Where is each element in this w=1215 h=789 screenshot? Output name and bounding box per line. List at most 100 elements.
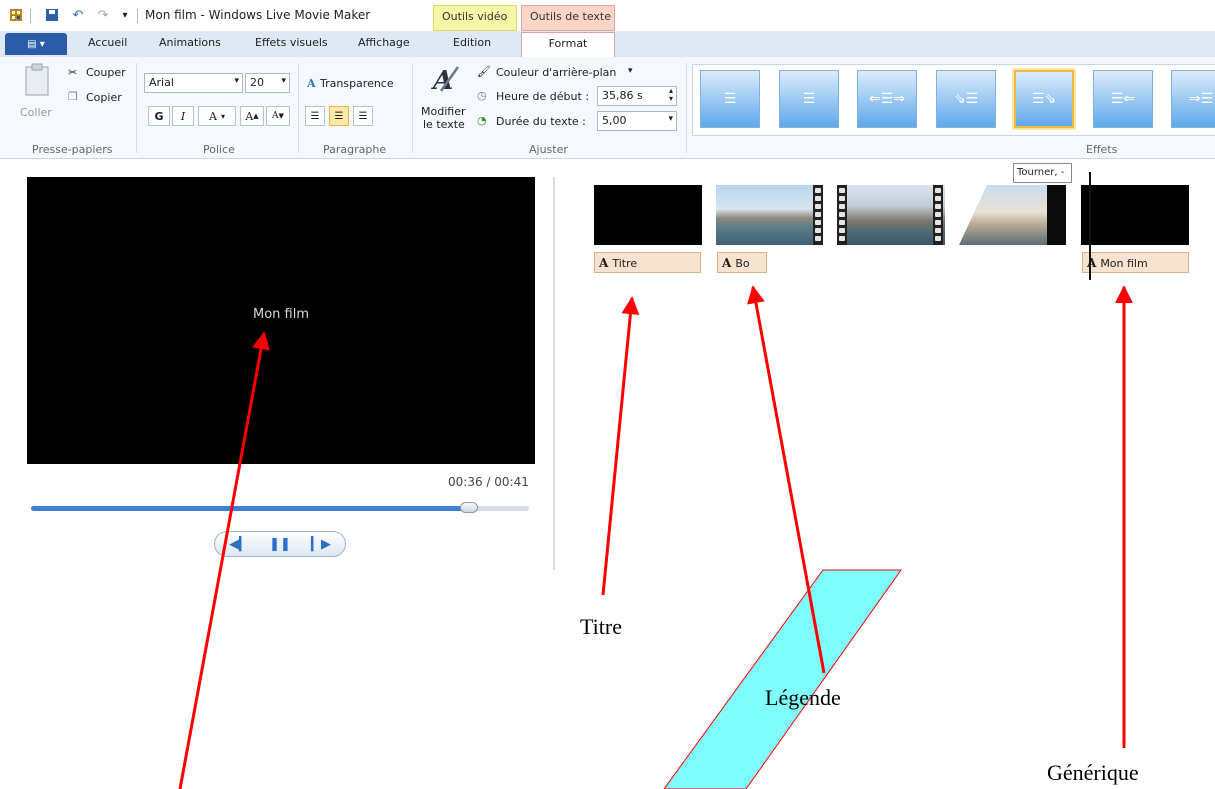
font-size-value: 20 bbox=[250, 76, 264, 89]
film-perforation bbox=[813, 185, 823, 245]
next-frame-button[interactable]: ▎▶ bbox=[301, 534, 341, 554]
clock-icon: ◷ bbox=[477, 89, 487, 102]
context-tab-video-tools: Outils vidéo bbox=[433, 5, 517, 31]
duration-value: 5,00 bbox=[602, 114, 627, 127]
context-tab-text-tools: Outils de texte bbox=[521, 5, 615, 31]
storyboard-clip-photo[interactable] bbox=[716, 185, 823, 245]
chevron-down-icon: ▾ bbox=[668, 114, 673, 124]
annotation-titre: Titre bbox=[580, 614, 622, 639]
pause-button[interactable]: ❚❚ bbox=[260, 534, 300, 554]
caption-title[interactable]: A Titre bbox=[594, 252, 701, 273]
tab-visual-effects[interactable]: Effets visuels bbox=[255, 36, 328, 49]
next-frame-icon: ▎▶ bbox=[311, 536, 331, 552]
start-time-value: 35,86 s bbox=[602, 89, 643, 102]
playhead[interactable] bbox=[1089, 172, 1091, 280]
pane-splitter[interactable] bbox=[553, 177, 555, 570]
font-size-select[interactable]: 20 ▾ bbox=[245, 73, 290, 93]
edit-text-line2[interactable]: le texte bbox=[423, 118, 465, 131]
caption-credits[interactable]: A Mon film bbox=[1082, 252, 1189, 273]
video-preview[interactable]: Mon film bbox=[27, 177, 535, 464]
storyboard-clip-photo[interactable] bbox=[837, 185, 945, 245]
seek-bar-thumb[interactable] bbox=[460, 502, 479, 513]
duration-icon: ◔ bbox=[477, 114, 487, 127]
seek-bar[interactable] bbox=[31, 502, 529, 513]
customize-toolbar-icon[interactable]: ▾ bbox=[117, 7, 133, 23]
arrow-titre bbox=[601, 296, 640, 596]
font-family-select[interactable]: Arial ▾ bbox=[144, 73, 243, 93]
font-color-label: A bbox=[209, 109, 217, 123]
effect-rotate-selected[interactable]: ☰⇘ bbox=[1014, 70, 1074, 128]
title-bar: ↶ ↷ ▾ Mon film - Windows Live Movie Make… bbox=[0, 0, 1215, 31]
align-left-button[interactable]: ☰ bbox=[305, 106, 325, 126]
tab-home[interactable]: Accueil bbox=[88, 36, 127, 49]
transparency-button[interactable]: Transparence bbox=[320, 77, 394, 90]
effect-none[interactable]: ☰ bbox=[700, 70, 760, 128]
transparency-icon: A bbox=[307, 77, 316, 90]
effect-slide-in[interactable]: ⇒☰ bbox=[1171, 70, 1215, 128]
clipboard-group-label: Presse-papiers bbox=[32, 143, 113, 156]
storyboard-clip-title[interactable] bbox=[594, 185, 702, 245]
save-icon[interactable] bbox=[44, 7, 60, 23]
edit-text-icon: A bbox=[430, 63, 461, 96]
adjust-group-label: Ajuster bbox=[529, 143, 568, 156]
duration-select[interactable]: 5,00 ▾ bbox=[597, 111, 677, 131]
file-menu-button[interactable]: ▤ ▾ bbox=[5, 33, 67, 55]
cut-icon: ✂ bbox=[68, 66, 78, 79]
slant-lines-icon: ⇘☰ bbox=[953, 91, 979, 107]
paragraph-group-label: Paragraphe bbox=[323, 143, 387, 156]
preview-overlay-text: Mon film bbox=[252, 307, 309, 322]
italic-button[interactable]: I bbox=[172, 106, 194, 126]
timecode: 00:36 / 00:41 bbox=[448, 475, 529, 489]
effect-fade[interactable]: ☰ bbox=[779, 70, 839, 128]
caption-credits-text: Mon film bbox=[1100, 257, 1148, 270]
tab-format[interactable]: Format bbox=[521, 32, 615, 58]
caption-legend-text: Bo bbox=[735, 257, 750, 270]
align-right-icon: ☰ bbox=[358, 110, 368, 122]
effect-slide-left[interactable]: ☰⇐ bbox=[1093, 70, 1153, 128]
app-icon[interactable] bbox=[8, 7, 24, 23]
copy-icon: ❐ bbox=[68, 90, 78, 103]
arrow-left-icon: ☰⇐ bbox=[1110, 91, 1136, 107]
paste-button[interactable]: Coller bbox=[20, 106, 52, 119]
tab-animations[interactable]: Animations bbox=[159, 36, 221, 49]
chevron-down-icon[interactable]: ▾ bbox=[628, 66, 633, 76]
previous-frame-button[interactable]: ◀▎ bbox=[219, 534, 259, 554]
cut-button[interactable]: Couper bbox=[86, 66, 126, 79]
redo-icon[interactable]: ↷ bbox=[95, 7, 111, 23]
seek-bar-fill bbox=[31, 506, 470, 511]
align-right-button[interactable]: ☰ bbox=[353, 106, 373, 126]
caption-legend[interactable]: A Bo bbox=[717, 252, 767, 273]
text-a-icon: A bbox=[722, 256, 732, 270]
tab-view[interactable]: Affichage bbox=[358, 36, 410, 49]
align-center-button[interactable]: ☰ bbox=[329, 106, 349, 126]
storyboard-clip-credits[interactable] bbox=[1081, 185, 1189, 245]
effect-fly-in[interactable]: ⇘☰ bbox=[936, 70, 996, 128]
font-color-button[interactable]: A ▾ bbox=[198, 106, 236, 126]
start-time-input[interactable]: 35,86 s ▴ ▾ bbox=[597, 86, 677, 106]
annotation-legende: Légende bbox=[765, 685, 841, 710]
bold-button[interactable]: G bbox=[148, 106, 170, 126]
film-perforation bbox=[933, 185, 943, 245]
copy-button[interactable]: Copier bbox=[86, 91, 122, 104]
grow-font-button[interactable]: A ▲ bbox=[240, 106, 264, 126]
arrows-horizontal-icon: ⇐☰⇒ bbox=[868, 91, 905, 107]
chevron-down-icon: ▾ bbox=[220, 111, 225, 121]
chevron-down-icon: ▾ bbox=[234, 76, 239, 86]
paste-icon bbox=[24, 63, 50, 97]
clip-edge bbox=[1047, 185, 1066, 245]
tab-edit[interactable]: Edition bbox=[453, 36, 491, 49]
window-title: Mon film - Windows Live Movie Maker bbox=[145, 8, 371, 22]
shrink-font-button[interactable]: A ▼ bbox=[266, 106, 290, 126]
effect-slide-right[interactable]: ⇐☰⇒ bbox=[857, 70, 917, 128]
chevron-down-icon: ▾ bbox=[281, 76, 286, 86]
playback-controls: ◀▎ ❚❚ ▎▶ bbox=[214, 531, 346, 557]
text-a-icon: A bbox=[599, 256, 609, 270]
transition-wedge bbox=[959, 185, 987, 245]
storyboard-clip-photo[interactable] bbox=[959, 185, 1066, 245]
pause-icon: ❚❚ bbox=[269, 536, 291, 552]
spinner-icon[interactable]: ▴ ▾ bbox=[669, 87, 673, 103]
lines-icon: ☰ bbox=[802, 91, 816, 107]
background-color-button[interactable]: Couleur d'arrière-plan bbox=[496, 66, 616, 79]
undo-icon[interactable]: ↶ bbox=[70, 7, 86, 23]
edit-text-line1[interactable]: Modifier bbox=[421, 105, 465, 118]
